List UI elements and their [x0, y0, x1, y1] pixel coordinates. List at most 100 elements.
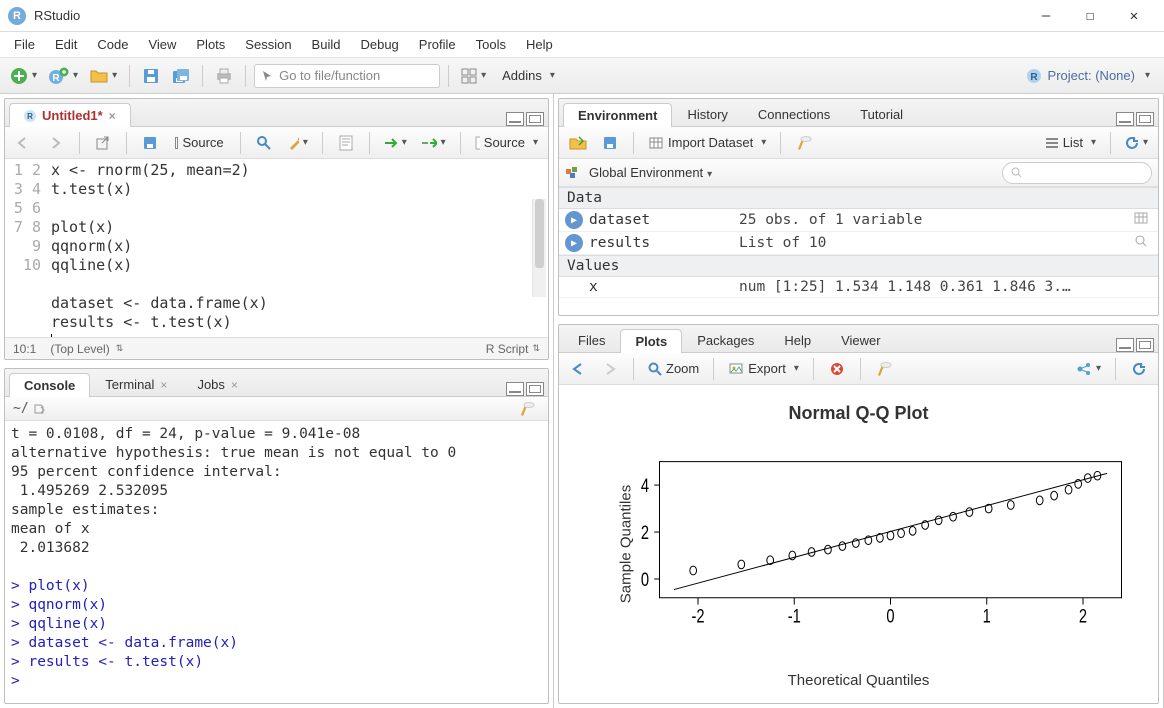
close-tab-icon[interactable]: ×: [109, 109, 116, 123]
editor-gutter: 1 2 3 4 5 6 7 8 9 10: [5, 159, 51, 337]
menu-session[interactable]: Session: [235, 35, 301, 54]
console-output[interactable]: t = 0.0108, df = 24, p-value = 9.041e-08…: [5, 421, 548, 703]
menu-code[interactable]: Code: [87, 35, 138, 54]
refresh-env-button[interactable]: [1121, 130, 1152, 156]
history-tab[interactable]: History: [672, 102, 742, 126]
rerun-button[interactable]: [417, 130, 450, 156]
env-row[interactable]: x num [1:25] 1.534 1.148 0.361 1.846 3.…: [559, 277, 1158, 298]
menu-profile[interactable]: Profile: [409, 35, 466, 54]
plots-tab[interactable]: Plots: [620, 329, 682, 353]
source-dropdown-button[interactable]: Source: [471, 130, 543, 156]
export-button[interactable]: Export: [724, 356, 803, 382]
terminal-tab[interactable]: Terminal×: [90, 372, 182, 396]
env-search-input[interactable]: [1002, 162, 1152, 184]
view-data-icon[interactable]: [1130, 212, 1152, 228]
close-jobs-icon[interactable]: ×: [231, 378, 238, 392]
svg-text:R: R: [27, 112, 33, 121]
load-workspace-button[interactable]: [565, 130, 591, 156]
console-tab[interactable]: Console: [9, 373, 90, 397]
menu-tools[interactable]: Tools: [466, 35, 516, 54]
addins-dropdown[interactable]: Addins: [494, 68, 563, 83]
print-button[interactable]: [211, 63, 237, 89]
new-file-button[interactable]: [6, 63, 41, 89]
connections-tab[interactable]: Connections: [743, 102, 845, 126]
save-workspace-button[interactable]: [597, 130, 623, 156]
clear-all-plots-button[interactable]: [871, 356, 897, 382]
window-close-button[interactable]: ✕: [1112, 0, 1156, 32]
plot-prev-button[interactable]: [565, 356, 591, 382]
window-minimize-button[interactable]: —: [1024, 0, 1068, 32]
svg-text:-1: -1: [788, 605, 801, 626]
tutorial-tab[interactable]: Tutorial: [845, 102, 918, 126]
source-tab[interactable]: R Untitled1* ×: [9, 103, 131, 127]
find-button[interactable]: [251, 130, 277, 156]
viewer-tab[interactable]: Viewer: [826, 328, 896, 352]
jobs-tab[interactable]: Jobs×: [182, 372, 252, 396]
save-source-button[interactable]: [137, 130, 163, 156]
pane-minimize-icon[interactable]: [506, 382, 524, 396]
export-label: Export: [748, 361, 786, 376]
env-row[interactable]: ▶ results List of 10: [559, 232, 1158, 255]
env-row[interactable]: ▶ dataset 25 obs. of 1 variable: [559, 209, 1158, 232]
language-selector[interactable]: R Script ⇅: [486, 342, 540, 356]
remove-plot-button[interactable]: [824, 356, 850, 382]
save-button[interactable]: [138, 63, 164, 89]
console-tabstrip: Console Terminal× Jobs×: [5, 369, 548, 397]
menu-edit[interactable]: Edit: [45, 35, 87, 54]
pane-maximize-icon[interactable]: [1136, 338, 1154, 352]
nav-back-button[interactable]: [11, 130, 37, 156]
expand-icon[interactable]: ▶: [565, 211, 583, 229]
code-tools-button[interactable]: [283, 130, 312, 156]
environment-tab[interactable]: Environment: [563, 103, 672, 127]
clear-console-button[interactable]: [514, 396, 540, 422]
files-tab[interactable]: Files: [563, 328, 620, 352]
packages-tab[interactable]: Packages: [682, 328, 769, 352]
pane-minimize-icon[interactable]: [506, 112, 524, 126]
inspect-icon[interactable]: [1130, 235, 1152, 251]
goto-file-function-input[interactable]: Go to file/function: [254, 64, 440, 88]
menu-debug[interactable]: Debug: [350, 35, 408, 54]
clear-workspace-button[interactable]: [791, 130, 817, 156]
window-maximize-button[interactable]: ☐: [1068, 0, 1112, 32]
project-indicator[interactable]: R Project: (None): [1018, 68, 1158, 84]
pane-maximize-icon[interactable]: [526, 112, 544, 126]
rstudio-logo-icon: R: [8, 7, 26, 25]
close-terminal-icon[interactable]: ×: [160, 378, 167, 392]
new-project-button[interactable]: R: [45, 63, 82, 89]
project-icon: R: [1026, 68, 1042, 84]
popout-button[interactable]: [90, 130, 116, 156]
menu-plots[interactable]: Plots: [186, 35, 235, 54]
menu-help[interactable]: Help: [516, 35, 563, 54]
editor-code-area[interactable]: x <- rnorm(25, mean=2) t.test(x) plot(x)…: [51, 159, 548, 337]
expand-path-icon[interactable]: [33, 403, 47, 415]
publish-button[interactable]: [1072, 356, 1105, 382]
pane-maximize-icon[interactable]: [1136, 112, 1154, 126]
env-scope-dropdown[interactable]: Global Environment: [589, 165, 712, 180]
nav-forward-button[interactable]: [43, 130, 69, 156]
open-file-button[interactable]: [86, 63, 121, 89]
menu-build[interactable]: Build: [302, 35, 351, 54]
compile-report-button[interactable]: [333, 130, 359, 156]
help-tab[interactable]: Help: [769, 328, 826, 352]
refresh-plot-button[interactable]: [1126, 356, 1152, 382]
source-editor[interactable]: 1 2 3 4 5 6 7 8 9 10 x <- rnorm(25, mean…: [5, 159, 548, 337]
save-all-button[interactable]: [168, 63, 194, 89]
menu-view[interactable]: View: [138, 35, 186, 54]
env-var-value: 25 obs. of 1 variable: [739, 212, 1130, 228]
source-on-save-checkbox[interactable]: Source: [169, 130, 230, 156]
grid-view-button[interactable]: [457, 63, 490, 89]
pane-minimize-icon[interactable]: [1116, 112, 1134, 126]
run-button[interactable]: [380, 130, 411, 156]
scope-selector[interactable]: (Top Level) ⇅: [50, 342, 123, 356]
zoom-button[interactable]: Zoom: [644, 356, 703, 382]
plot-next-button[interactable]: [597, 356, 623, 382]
cursor-position: 10:1: [13, 342, 36, 356]
import-dataset-button[interactable]: Import Dataset: [644, 130, 770, 156]
menu-file[interactable]: File: [4, 35, 45, 54]
pane-minimize-icon[interactable]: [1116, 338, 1134, 352]
tutorial-tab-label: Tutorial: [860, 107, 903, 122]
pane-maximize-icon[interactable]: [526, 382, 544, 396]
view-list-button[interactable]: List: [1041, 130, 1100, 156]
editor-scrollbar[interactable]: [532, 199, 546, 297]
expand-icon[interactable]: ▶: [565, 234, 583, 252]
